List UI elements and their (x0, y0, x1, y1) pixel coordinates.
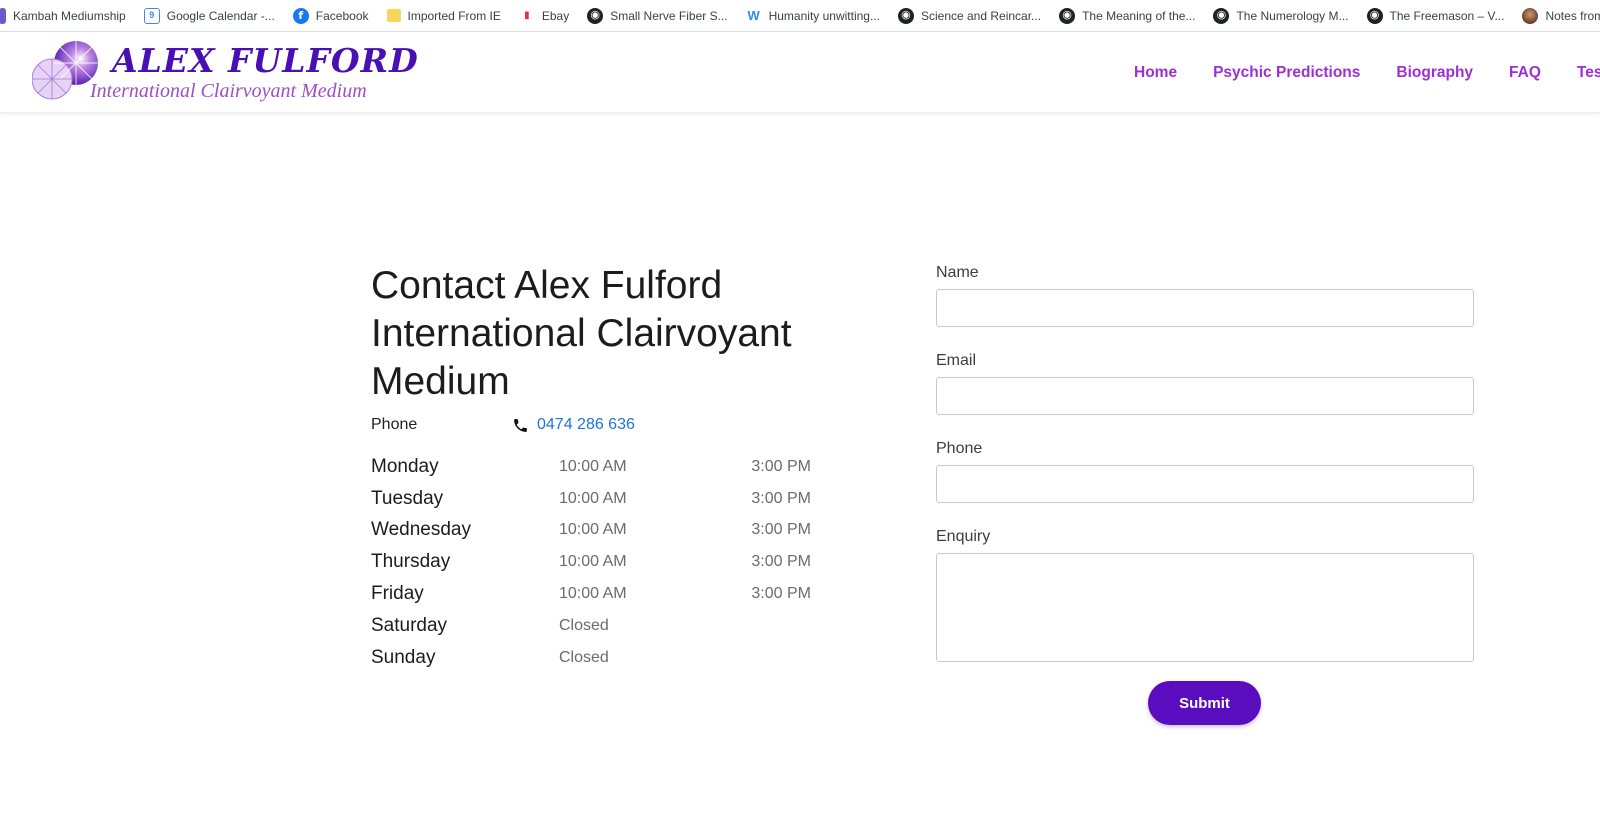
submit-button[interactable]: Submit (1148, 681, 1261, 725)
phone-icon (511, 416, 529, 434)
bookmark-label: Ebay (541, 8, 570, 23)
hours-close: 3:00 PM (751, 489, 811, 507)
page-title: Contact Alex Fulford International Clair… (371, 264, 792, 403)
google-calendar-icon: 9 (143, 7, 160, 24)
name-label: Name (936, 264, 979, 281)
globe-icon: ◉ (1366, 7, 1383, 24)
bookmark-label: Kambah Mediumship (13, 8, 126, 23)
name-field[interactable] (936, 289, 1474, 327)
hours-row: Friday 10:00 AM 3:00 PM (371, 578, 811, 610)
avatar-icon (1522, 7, 1539, 24)
bookmark-label: Small Nerve Fiber S... (610, 8, 728, 23)
phone-field-label: Phone (936, 440, 983, 457)
phone-row: Phone 0474 286 636 (371, 414, 811, 436)
hours-open: 10:00 AM (559, 521, 627, 539)
hours-close: 3:00 PM (751, 553, 811, 571)
hours-open: 10:00 AM (559, 489, 627, 507)
bookmark-meaning-of-the[interactable]: ◉ The Meaning of the... (1059, 4, 1203, 28)
bookmark-facebook[interactable]: f Facebook (292, 4, 377, 28)
enquiry-field[interactable] (936, 553, 1474, 662)
nav-testimonials[interactable]: Testi (1577, 64, 1600, 82)
hours-close: 3:00 PM (751, 521, 811, 539)
enquiry-label: Enquiry (936, 528, 991, 545)
globe-icon: ◉ (1059, 7, 1076, 24)
hours-row: Thursday 10:00 AM 3:00 PM (371, 546, 811, 578)
bookmark-label: The Numerology M... (1236, 8, 1349, 23)
email-field[interactable] (936, 377, 1474, 415)
globe-icon: ◉ (897, 7, 914, 24)
phone-number-link[interactable]: 0474 286 636 (537, 416, 635, 434)
bookmark-science-reincarnation[interactable]: ◉ Science and Reincar... (897, 4, 1049, 28)
bookmark-ebay[interactable]: ▮ Ebay (519, 4, 577, 28)
bookmarks-bar: Kambah Mediumship 9 Google Calendar -...… (0, 0, 1600, 32)
hours-row: Tuesday 10:00 AM 3:00 PM (371, 483, 811, 515)
globe-icon: ◉ (587, 7, 604, 24)
hours-open: 10:00 AM (559, 553, 627, 571)
nav-faq[interactable]: FAQ (1509, 64, 1541, 82)
email-label: Email (936, 352, 977, 369)
phone-field[interactable] (936, 465, 1474, 503)
hours-day: Tuesday (371, 487, 444, 509)
hours-close: 3:00 PM (751, 457, 811, 475)
bookmark-label: Imported From IE (407, 8, 501, 23)
nav-home[interactable]: Home (1134, 64, 1177, 82)
hours-row: Monday 10:00 AM 3:00 PM (371, 451, 811, 483)
hours-open: Closed (559, 648, 609, 666)
hours-row: Saturday Closed (371, 610, 811, 642)
folder-icon (386, 9, 401, 22)
kambah-icon (0, 7, 6, 24)
bookmark-label: Notes from a High (1545, 8, 1600, 23)
ebay-icon: ▮ (524, 9, 530, 21)
bookmark-google-calendar[interactable]: 9 Google Calendar -... (143, 4, 283, 28)
bookmark-notes-from-a-high[interactable]: Notes from a High (1522, 4, 1600, 28)
logo-subtitle: International Clairvoyant Medium (90, 80, 367, 102)
bookmark-label: Humanity unwitting... (768, 8, 880, 23)
weebly-icon: W (747, 8, 760, 23)
globe-icon: ◉ (1213, 7, 1230, 24)
bookmark-kambah[interactable]: Kambah Mediumship (0, 4, 134, 28)
main-nav: Home Psychic Predictions Biography FAQ T… (1134, 33, 1600, 113)
bookmark-label: The Meaning of the... (1082, 8, 1196, 23)
bookmark-label: Science and Reincar... (920, 8, 1042, 23)
bookmark-numerology[interactable]: ◉ The Numerology M... (1213, 4, 1356, 28)
facebook-icon: f (292, 7, 309, 24)
hours-day: Wednesday (371, 519, 471, 541)
bookmark-label: The Freemason – V... (1389, 8, 1505, 23)
nav-psychic-predictions[interactable]: Psychic Predictions (1213, 64, 1360, 82)
hours-close: 3:00 PM (751, 585, 811, 603)
hours-row: Sunday Closed (371, 642, 811, 674)
bookmark-humanity-unwitting[interactable]: W Humanity unwitting... (746, 4, 888, 28)
bookmark-label: Google Calendar -... (166, 8, 275, 23)
hours-day: Thursday (371, 551, 451, 573)
site-logo[interactable]: ALEX FULFORD International Clairvoyant M… (32, 39, 418, 103)
hours-open: 10:00 AM (559, 457, 627, 475)
phone-label: Phone (371, 416, 418, 433)
hours-day: Saturday (371, 614, 448, 636)
nav-biography[interactable]: Biography (1396, 64, 1473, 82)
hours-row: Wednesday 10:00 AM 3:00 PM (371, 515, 811, 547)
bookmark-small-nerve-fiber[interactable]: ◉ Small Nerve Fiber S... (587, 4, 735, 28)
bookmark-label: Facebook (315, 8, 369, 23)
hours-day: Friday (371, 583, 424, 605)
hours-day: Monday (371, 455, 439, 477)
enquiry-form: Name Email Phone Enquiry (936, 262, 1474, 662)
hours-open: 10:00 AM (559, 585, 627, 603)
hours-open: Closed (559, 616, 609, 634)
opening-hours: Monday 10:00 AM 3:00 PM Tuesday 10:00 AM… (371, 451, 811, 674)
hours-day: Sunday (371, 646, 436, 668)
bookmark-freemason[interactable]: ◉ The Freemason – V... (1366, 4, 1513, 28)
bookmark-imported-from-ie[interactable]: Imported From IE (386, 4, 509, 28)
site-header: ALEX FULFORD International Clairvoyant M… (0, 33, 1600, 113)
logo-title: ALEX FULFORD (112, 41, 419, 80)
